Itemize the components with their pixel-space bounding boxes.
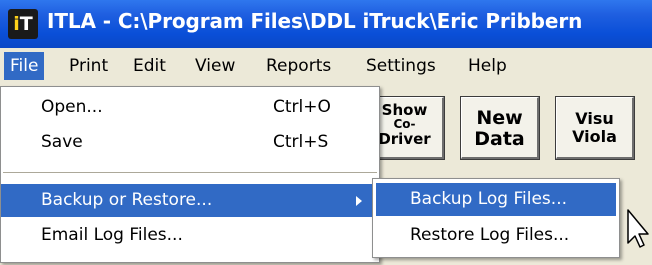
visu-viola-button[interactable]: Visu Viola (555, 96, 635, 160)
menu-help[interactable]: Help (462, 52, 513, 80)
app-icon-letter-t: T (19, 13, 33, 35)
restore-log-files-label: Restore Log Files... (410, 225, 570, 245)
file-menu-dropdown: Open... Ctrl+O Save Ctrl+S Backup or Res… (0, 86, 380, 263)
menu-item-backup-or-restore[interactable]: Backup or Restore... (1, 184, 379, 217)
email-log-files-label: Email Log Files... (41, 225, 183, 245)
menu-item-email-log-files[interactable]: Email Log Files... (1, 219, 379, 252)
backup-restore-submenu: Backup Log Files... Restore Log Files... (372, 178, 620, 258)
menu-separator (3, 172, 377, 173)
submenu-item-backup-log-files[interactable]: Backup Log Files... (376, 183, 616, 216)
save-shortcut: Ctrl+S (273, 132, 329, 152)
submenu-item-restore-log-files[interactable]: Restore Log Files... (376, 219, 616, 252)
menu-bar: File Print Edit View Reports Settings He… (0, 48, 652, 86)
menu-reports[interactable]: Reports (260, 52, 337, 80)
new-data-button[interactable]: New Data (460, 96, 540, 160)
backup-or-restore-label: Backup or Restore... (41, 190, 213, 210)
submenu-arrow-icon (356, 196, 362, 206)
backup-log-files-label: Backup Log Files... (410, 189, 568, 209)
save-label: Save (41, 132, 83, 152)
title-bar[interactable]: iT ITLA - C:\Program Files\DDL iTruck\Er… (0, 0, 652, 48)
open-label: Open... (41, 97, 103, 117)
menu-item-save[interactable]: Save Ctrl+S (1, 126, 379, 159)
visu-viola-line-2: Viola (572, 127, 617, 146)
window-title: ITLA - C:\Program Files\DDL iTruck\Eric … (47, 9, 583, 33)
visu-viola-line-1: Visu (575, 109, 614, 128)
mouse-pointer-icon (627, 209, 649, 248)
menu-settings[interactable]: Settings (360, 52, 442, 80)
open-shortcut: Ctrl+O (273, 97, 331, 117)
menu-view[interactable]: View (189, 52, 241, 80)
menu-file[interactable]: File (4, 52, 45, 80)
app-icon: iT (8, 9, 38, 39)
new-data-line-1: New (476, 107, 523, 129)
new-data-line-2: Data (474, 128, 525, 150)
menu-print[interactable]: Print (63, 52, 114, 80)
menu-edit[interactable]: Edit (127, 52, 172, 80)
menu-item-open[interactable]: Open... Ctrl+O (1, 91, 379, 124)
